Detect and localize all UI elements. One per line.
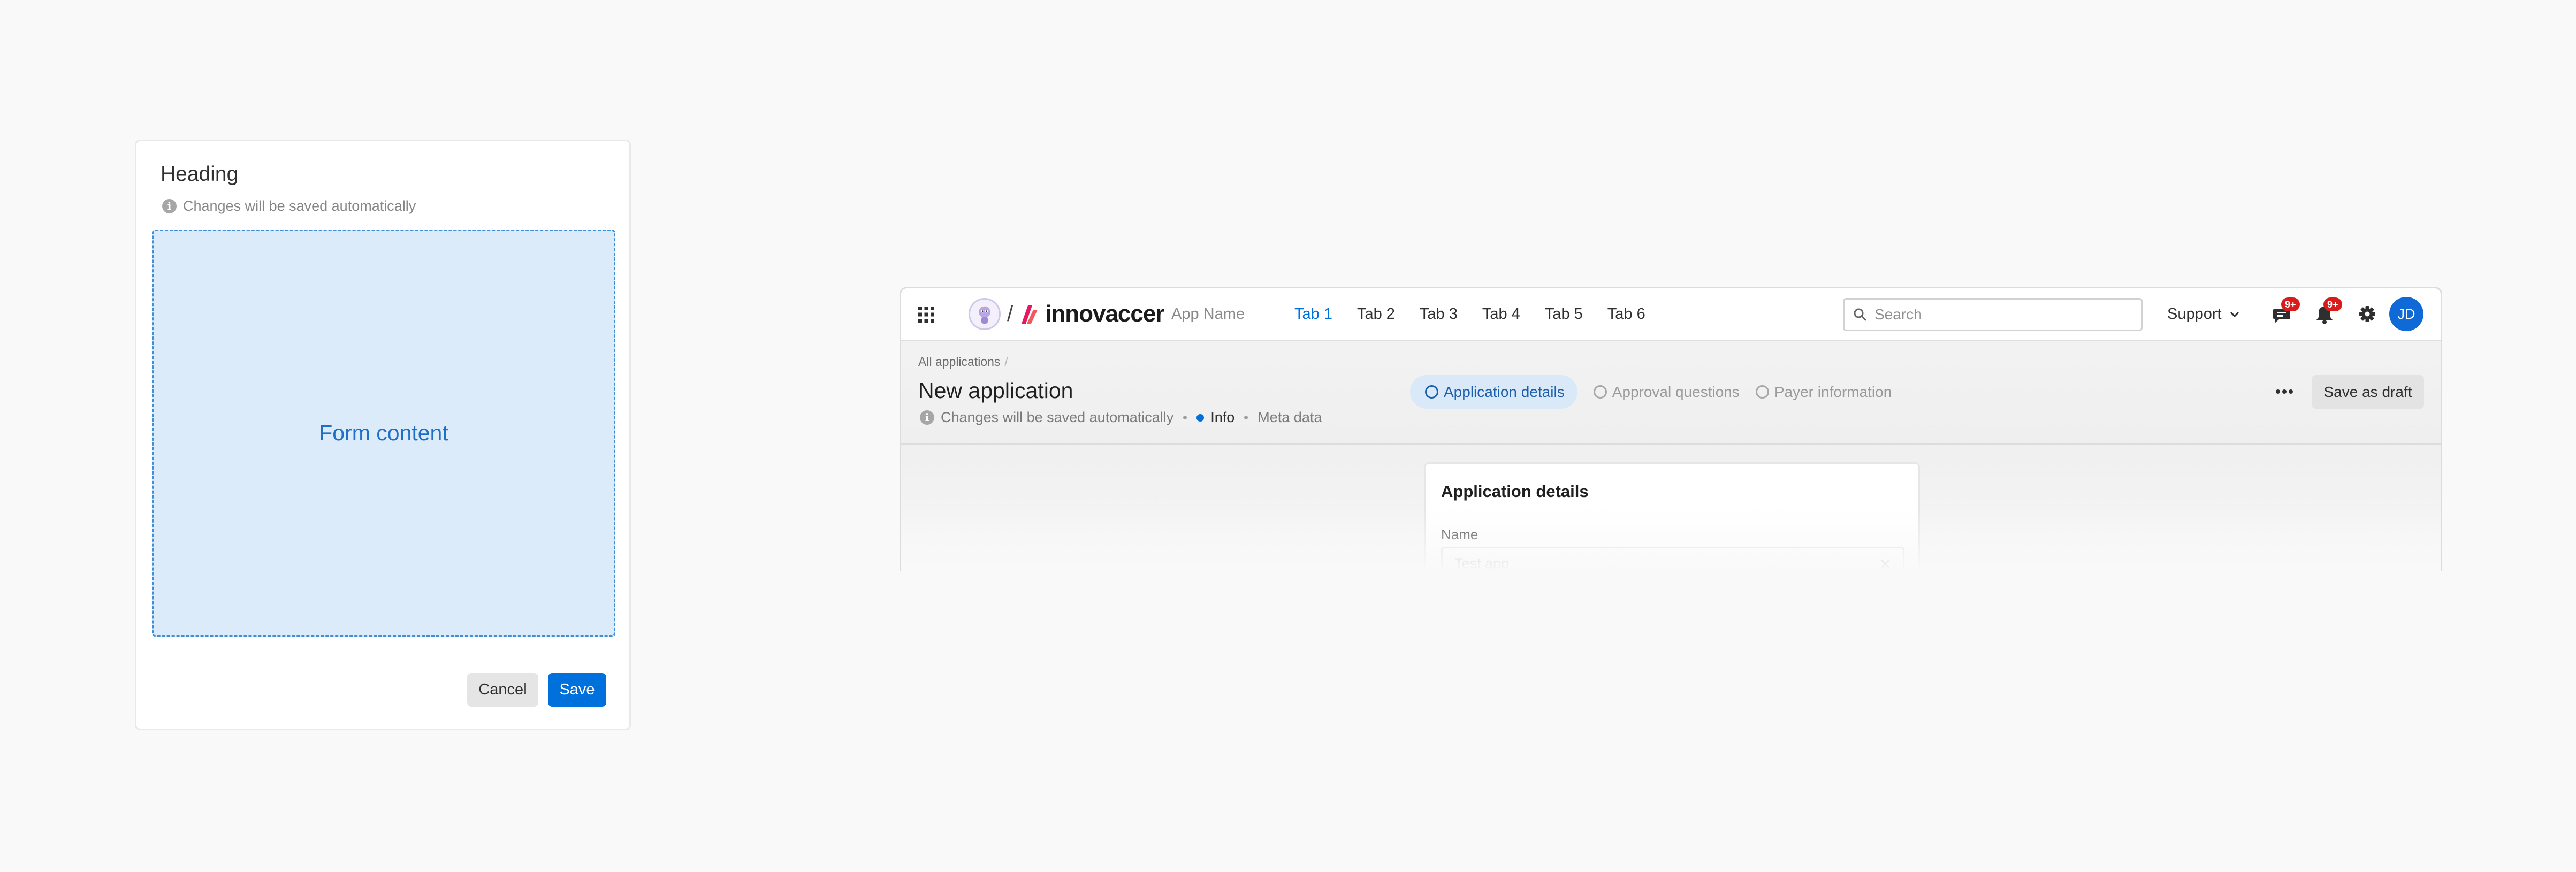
brand[interactable]: / innovaccer [969, 297, 1164, 331]
name-field-label: Name [1441, 526, 1478, 542]
stepper: Application details Approval questions P… [1410, 375, 1892, 409]
search-placeholder: Search [1874, 306, 1922, 323]
meta-info: Info [1210, 409, 1235, 425]
app-window: / innovaccer App Name Tab 1 Tab 2 Tab 3 … [900, 287, 2442, 571]
page-meta: i Changes will be saved automatically In… [920, 409, 1322, 426]
support-dropdown[interactable]: Support [2167, 305, 2240, 323]
name-field[interactable]: Test app [1441, 547, 1904, 571]
close-icon[interactable] [1879, 558, 1891, 570]
mascot-logo-icon [969, 298, 1001, 330]
app-grid-icon[interactable] [918, 306, 935, 323]
breadcrumb-separator: / [1004, 355, 1008, 369]
more-horizontal-icon [2276, 389, 2293, 394]
breadcrumb: All applications / [918, 355, 1008, 369]
status-dot-icon [1196, 414, 1205, 422]
application-details-card: Application details Name Test app [1424, 462, 1920, 571]
card-subtitle-text: Changes will be saved automatically [183, 198, 416, 214]
card-subtitle: i Changes will be saved automatically [162, 198, 416, 215]
form-content-label: Form content [319, 420, 448, 445]
innovaccer-logo-icon [1022, 305, 1038, 324]
step-circle-icon [1593, 385, 1607, 399]
notifications-badge: 9+ [2323, 297, 2342, 311]
notifications-button[interactable]: 9+ [2313, 297, 2342, 326]
page-title: New application [918, 378, 1073, 403]
more-options-button[interactable] [2271, 378, 2298, 405]
messages-button[interactable]: 9+ [2270, 297, 2300, 326]
step-label: Approval questions [1612, 383, 1740, 400]
settings-button[interactable] [2356, 302, 2379, 326]
meta-separator [1183, 416, 1187, 419]
form-content-area: Form content [152, 230, 615, 637]
user-avatar[interactable]: JD [2389, 297, 2423, 331]
save-as-draft-button[interactable]: Save as draft [2312, 375, 2424, 409]
step-label: Payer information [1774, 383, 1892, 400]
search-input[interactable]: Search [1843, 298, 2143, 331]
section-title: Application details [1441, 482, 1589, 501]
step-label: Application details [1444, 383, 1565, 400]
tab-1[interactable]: Tab 1 [1294, 305, 1332, 323]
tab-bar: Tab 1 Tab 2 Tab 3 Tab 4 Tab 5 Tab 6 [1294, 305, 1645, 323]
meta-data: Meta data [1257, 409, 1322, 425]
info-icon: i [162, 199, 177, 213]
gear-icon [2359, 306, 2375, 322]
top-navigation: / innovaccer App Name Tab 1 Tab 2 Tab 3 … [901, 288, 2441, 341]
card-heading: Heading [161, 163, 239, 186]
chevron-down-icon [2230, 311, 2239, 317]
messages-badge: 9+ [2281, 297, 2300, 311]
support-label: Support [2167, 305, 2222, 323]
tab-6[interactable]: Tab 6 [1607, 305, 1645, 323]
brand-divider: / [1007, 302, 1013, 326]
tab-2[interactable]: Tab 2 [1357, 305, 1395, 323]
cancel-button[interactable]: Cancel [467, 673, 538, 707]
header-divider [901, 443, 2441, 445]
logo-text: innovaccer [1045, 301, 1164, 327]
step-circle-icon [1425, 385, 1438, 399]
meta-separator [1244, 416, 1248, 419]
step-payer-information[interactable]: Payer information [1755, 375, 1892, 409]
save-button[interactable]: Save [548, 673, 606, 707]
breadcrumb-link[interactable]: All applications [918, 355, 1000, 369]
tab-3[interactable]: Tab 3 [1420, 305, 1458, 323]
info-icon: i [920, 410, 934, 425]
step-application-details[interactable]: Application details [1410, 375, 1577, 409]
app-name: App Name [1171, 305, 1245, 323]
step-circle-icon [1755, 385, 1769, 399]
autosave-text: Changes will be saved automatically [941, 409, 1174, 425]
step-approval-questions[interactable]: Approval questions [1593, 375, 1740, 409]
form-card: Heading i Changes will be saved automati… [135, 140, 631, 730]
search-icon [1854, 308, 1866, 321]
name-field-value: Test app [1454, 555, 1510, 571]
tab-5[interactable]: Tab 5 [1545, 305, 1583, 323]
tab-4[interactable]: Tab 4 [1482, 305, 1520, 323]
